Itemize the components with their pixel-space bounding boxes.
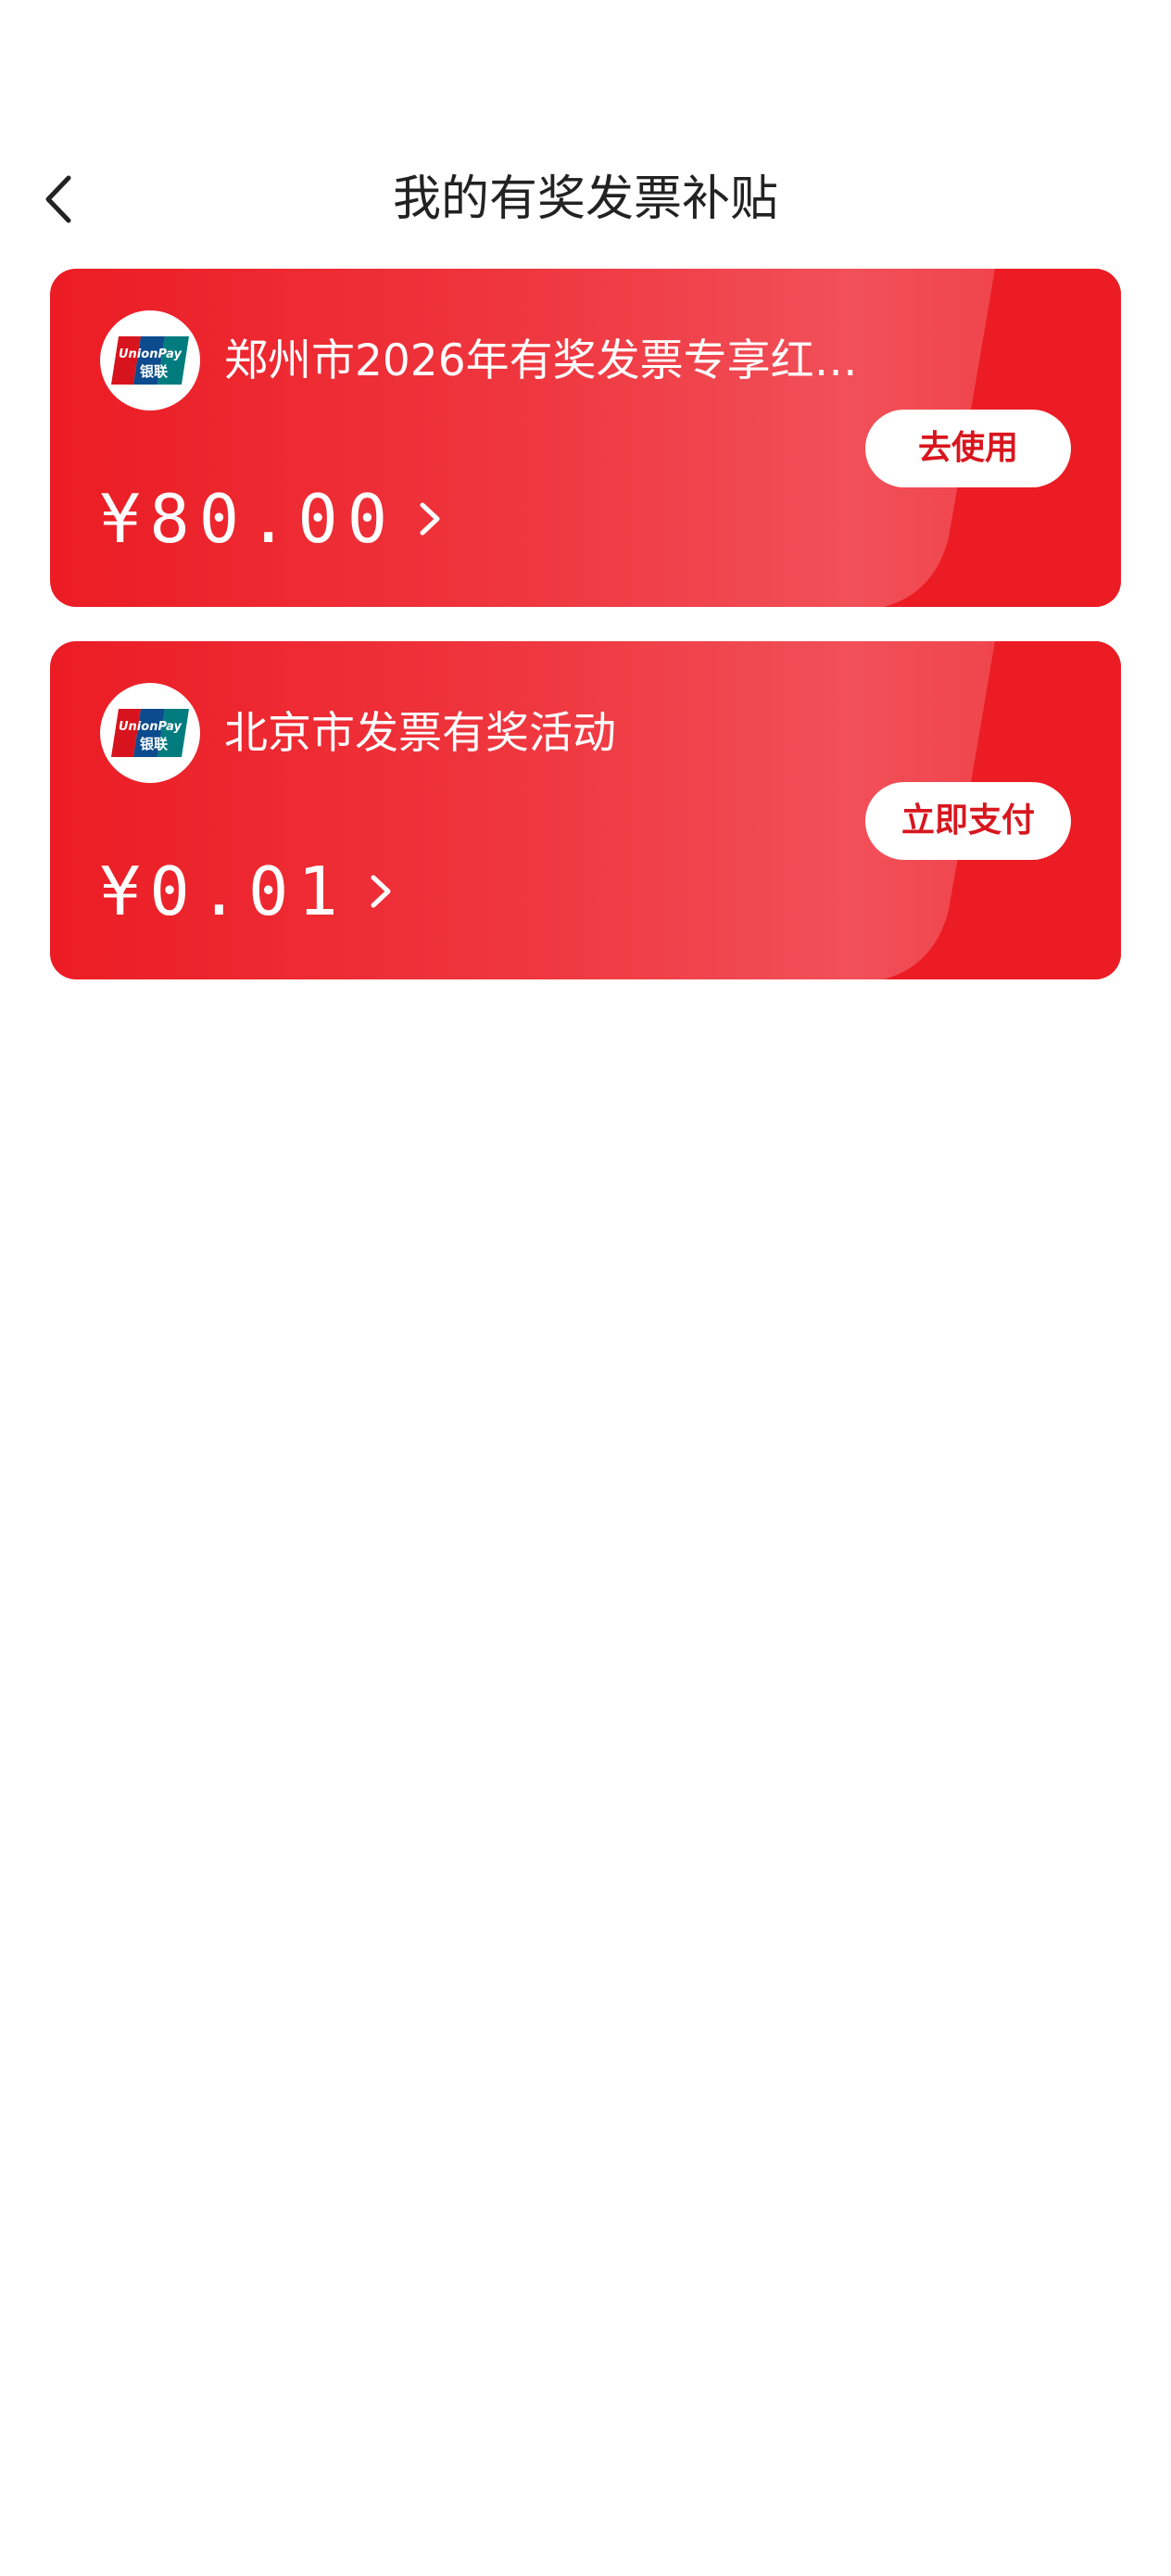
amount-link[interactable]: ¥0.01 (100, 850, 397, 933)
back-button[interactable] (28, 167, 93, 232)
page: 我的有奖发票补贴 UnionPay 银联 郑州市2026年有奖发票专享红… ¥8… (0, 0, 1171, 2576)
amount-value: ¥0.01 (100, 852, 347, 930)
chevron-left-icon (45, 175, 71, 223)
chevron-right-icon (364, 868, 397, 915)
svg-text:UnionPay: UnionPay (119, 720, 183, 734)
card-title: 北京市发票有奖活动 (224, 708, 616, 759)
unionpay-logo-icon: UnionPay 银联 (111, 709, 189, 757)
svg-text:银联: 银联 (140, 363, 169, 380)
subsidy-card-list: UnionPay 银联 郑州市2026年有奖发票专享红… ¥80.00 去使用 (50, 269, 1121, 1014)
svg-text:UnionPay: UnionPay (119, 347, 183, 361)
unionpay-logo: UnionPay 银联 (100, 310, 200, 410)
amount-link[interactable]: ¥80.00 (100, 477, 447, 561)
subsidy-card[interactable]: UnionPay 银联 北京市发票有奖活动 ¥0.01 立即支付 (50, 641, 1121, 979)
unionpay-logo: UnionPay 银联 (100, 683, 200, 783)
pay-now-button[interactable]: 立即支付 (865, 782, 1071, 860)
page-title: 我的有奖发票补贴 (392, 171, 778, 227)
unionpay-logo-icon: UnionPay 银联 (111, 336, 189, 385)
amount-value: ¥80.00 (100, 480, 397, 558)
subsidy-card[interactable]: UnionPay 银联 郑州市2026年有奖发票专享红… ¥80.00 去使用 (50, 269, 1121, 607)
svg-text:银联: 银联 (140, 736, 169, 752)
card-title: 郑州市2026年有奖发票专享红… (224, 335, 858, 386)
use-button[interactable]: 去使用 (865, 410, 1071, 487)
header-bar: 我的有奖发票补贴 (0, 148, 1171, 250)
chevron-right-icon (413, 496, 447, 542)
